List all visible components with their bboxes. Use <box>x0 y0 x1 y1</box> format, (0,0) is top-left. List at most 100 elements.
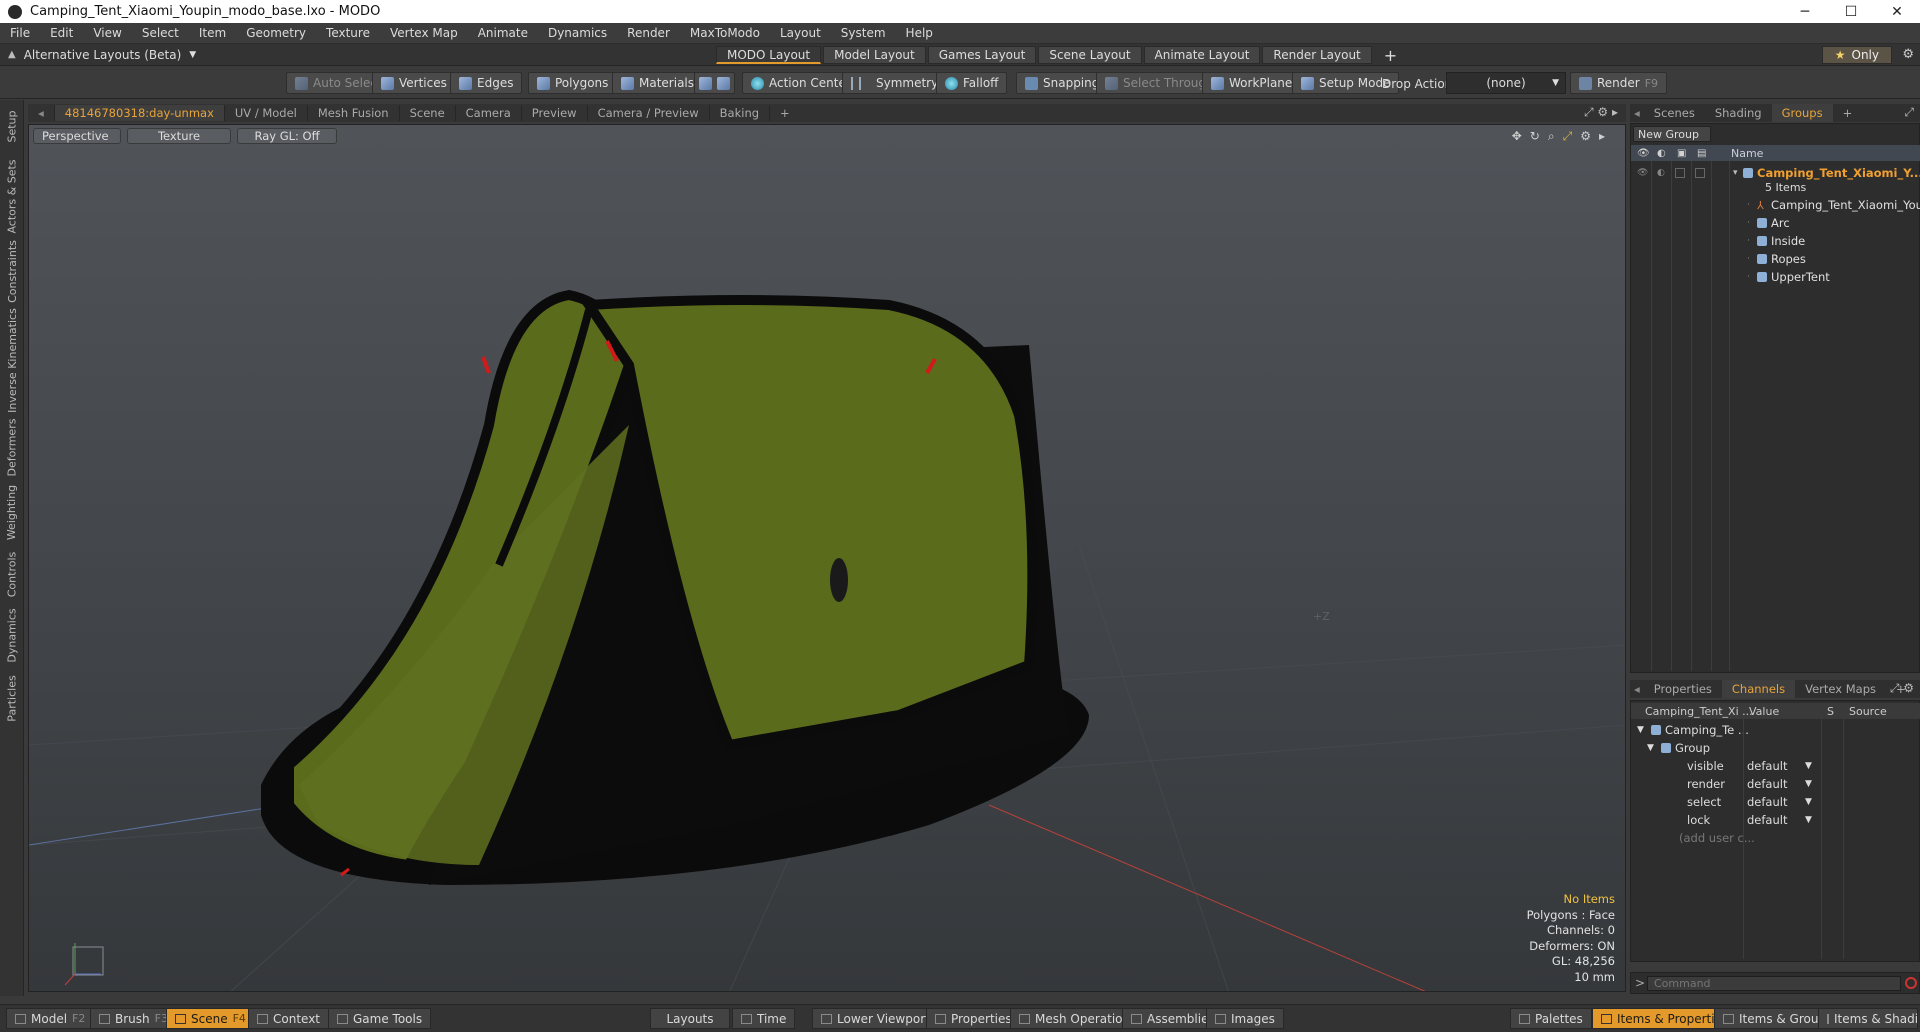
rotate-icon[interactable]: ↻ <box>1530 129 1540 144</box>
menu-file[interactable]: File <box>0 26 40 40</box>
chevron-down-icon[interactable]: ▼ <box>1805 761 1812 771</box>
tab-channels[interactable]: Channels <box>1721 680 1796 698</box>
view-mode-dropdown[interactable]: Perspective <box>33 128 121 144</box>
menu-dynamics[interactable]: Dynamics <box>538 26 617 40</box>
menu-geometry[interactable]: Geometry <box>236 26 316 40</box>
vtab-deformers[interactable]: Deformers <box>0 416 24 478</box>
tab-scene-layout[interactable]: Scene Layout <box>1038 46 1142 64</box>
palettes-button[interactable]: Palettes <box>1510 1008 1592 1029</box>
tab-preview[interactable]: Preview <box>522 105 588 121</box>
brush-button[interactable]: Brush F3 <box>90 1008 177 1029</box>
vtab-particles[interactable]: Particles <box>0 668 24 728</box>
tab-groups[interactable]: Groups <box>1771 104 1833 122</box>
menu-view[interactable]: View <box>83 26 131 40</box>
command-input[interactable] <box>1647 976 1901 991</box>
vtab-weighting[interactable]: Weighting <box>0 480 24 544</box>
tree-item-uppertent[interactable]: · UpperTent <box>1631 268 1920 286</box>
model-button[interactable]: Model F2 <box>6 1008 95 1029</box>
vertices-button[interactable]: Vertices <box>372 72 456 94</box>
menu-select[interactable]: Select <box>132 26 189 40</box>
minimize-button[interactable]: ─ <box>1782 0 1828 23</box>
tab-games-layout[interactable]: Games Layout <box>927 46 1037 64</box>
expand-arrow-icon[interactable]: ▼ <box>1647 743 1654 753</box>
tree-item-inside[interactable]: · Inside <box>1631 232 1920 250</box>
expand-arrow-icon[interactable]: ▾ <box>1733 168 1738 178</box>
expand-icon[interactable]: ⤢ ⚙ <box>1890 681 1914 696</box>
falloff-button[interactable]: Falloff <box>936 72 1008 94</box>
channel-row-select[interactable]: select default ▼ <box>1631 793 1920 811</box>
tab-baking[interactable]: Baking <box>710 105 771 121</box>
tab-vertex-maps[interactable]: Vertex Maps <box>1795 680 1886 698</box>
tab-scenes[interactable]: Scenes <box>1644 104 1705 122</box>
only-button[interactable]: ★ Only <box>1821 46 1892 64</box>
tree-item-camping-tent[interactable]: · ⅄ Camping_Tent_Xiaomi_Youpin <box>1631 196 1920 214</box>
menu-animate[interactable]: Animate <box>468 26 538 40</box>
eye-icon[interactable]: 👁 <box>1637 168 1648 178</box>
tab-animate-layout[interactable]: Animate Layout <box>1143 46 1261 64</box>
menu-texture[interactable]: Texture <box>316 26 380 40</box>
tab-properties[interactable]: Properties <box>1644 680 1722 698</box>
chevron-right-icon[interactable]: ▸ <box>1599 129 1605 144</box>
images-button[interactable]: Images <box>1206 1008 1284 1029</box>
vtab-actors-sets[interactable]: Actors & Sets <box>0 156 24 236</box>
new-group-button[interactable]: New Group <box>1633 126 1711 142</box>
gear-icon[interactable]: ⚙ <box>1580 129 1591 144</box>
record-icon[interactable] <box>1905 977 1917 989</box>
vtab-inverse-kinematics[interactable]: Inverse Kinematics <box>0 306 24 414</box>
add-layout-button[interactable]: + <box>1374 46 1407 65</box>
render-button[interactable]: Render F9 <box>1570 72 1668 94</box>
tab-camera[interactable]: Camera <box>456 105 522 121</box>
viewport-menu-icon[interactable]: ◂ <box>28 105 55 121</box>
menu-help[interactable]: Help <box>896 26 943 40</box>
panel-menu-icon[interactable]: ◂ <box>1630 680 1644 698</box>
chevron-down-icon[interactable]: ▼ <box>1805 815 1812 825</box>
fit-icon[interactable]: ⤢ <box>1563 129 1573 144</box>
channel-row-render[interactable]: render default ▼ <box>1631 775 1920 793</box>
menu-system[interactable]: System <box>831 26 896 40</box>
channel-root-row[interactable]: ▼ Camping_Te ... <box>1631 721 1920 739</box>
raygl-dropdown[interactable]: Ray GL: Off <box>237 128 337 144</box>
tab-modo-layout[interactable]: MODO Layout <box>716 46 822 64</box>
menu-render[interactable]: Render <box>617 26 680 40</box>
properties-button[interactable]: Properties <box>926 1008 1021 1029</box>
materials-button[interactable]: Materials <box>612 72 704 94</box>
items-shading-button[interactable]: Items & Shading <box>1818 1008 1918 1029</box>
expand-icon[interactable]: ⤢ <box>1904 105 1914 120</box>
menu-vertex-map[interactable]: Vertex Map <box>380 26 468 40</box>
tree-item-arc[interactable]: · Arc <box>1631 214 1920 232</box>
shading-dropdown[interactable]: Texture <box>127 128 231 144</box>
add-tab-button[interactable]: + <box>770 105 800 121</box>
vtab-setup[interactable]: Setup <box>0 106 24 146</box>
context-button[interactable]: Context <box>248 1008 330 1029</box>
channel-row-add-user[interactable]: (add user c... <box>1631 829 1920 847</box>
drop-action-dropdown[interactable]: (none) ▼ <box>1446 72 1566 94</box>
select-toggle-icon[interactable]: ▤ <box>1697 148 1706 159</box>
viewport-options-icon[interactable]: ⤢ ⚙ ▸ <box>1584 105 1618 120</box>
tree-item-ropes[interactable]: · Ropes <box>1631 250 1920 268</box>
menu-edit[interactable]: Edit <box>40 26 83 40</box>
tab-shading[interactable]: Shading <box>1705 104 1772 122</box>
lock-checkbox[interactable] <box>1675 168 1685 178</box>
tab-mesh-fusion[interactable]: Mesh Fusion <box>308 105 400 121</box>
tab-uv-model[interactable]: UV / Model <box>225 105 308 121</box>
select-checkbox[interactable] <box>1695 168 1705 178</box>
alternative-layouts-dropdown[interactable]: ▲ Alternative Layouts (Beta) ▼ <box>8 48 196 62</box>
pan-icon[interactable]: ✥ <box>1512 129 1522 144</box>
workplane-button[interactable]: WorkPlane <box>1202 72 1302 94</box>
eye-icon[interactable]: 👁 <box>1637 148 1650 159</box>
snapping-button[interactable]: Snapping <box>1016 72 1109 94</box>
scene-button[interactable]: Scene F4 <box>166 1008 255 1029</box>
tab-camera-preview[interactable]: Camera / Preview <box>588 105 710 121</box>
chevron-down-icon[interactable]: ▼ <box>1805 779 1812 789</box>
item-mode-button[interactable] <box>694 72 735 94</box>
menu-maxtomodo[interactable]: MaxToModo <box>680 26 770 40</box>
lock-icon[interactable]: ▣ <box>1677 148 1686 159</box>
tab-model-layout[interactable]: Model Layout <box>823 46 926 64</box>
tab-render-layout[interactable]: Render Layout <box>1262 46 1372 64</box>
vtab-dynamics[interactable]: Dynamics <box>0 604 24 666</box>
game-tools-button[interactable]: Game Tools <box>328 1008 432 1029</box>
chevron-down-icon[interactable]: ▼ <box>1805 797 1812 807</box>
expand-arrow-icon[interactable]: ▼ <box>1637 725 1644 735</box>
tab-day-unmax[interactable]: 48146780318:day-unmax <box>54 105 225 121</box>
maximize-button[interactable]: ☐ <box>1828 0 1874 23</box>
